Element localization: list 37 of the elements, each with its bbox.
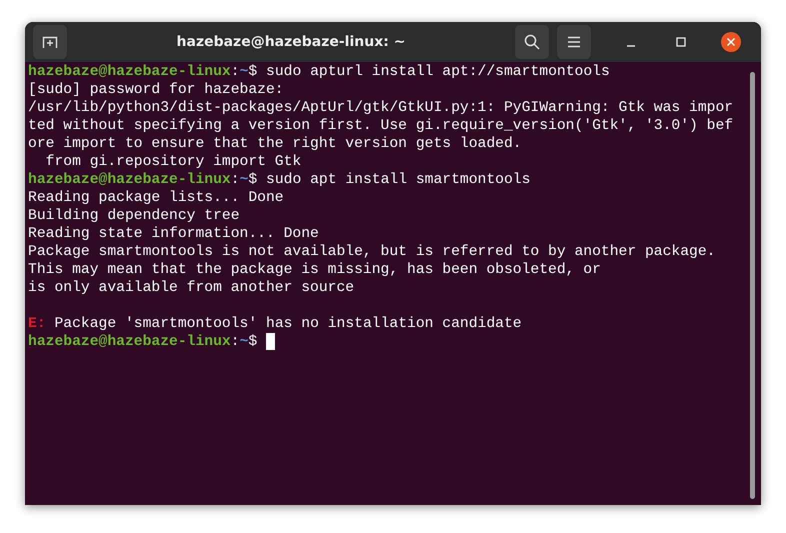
output-line: Reading package lists... Done: [28, 190, 284, 206]
output-line: Package smartmontools is not available, but is referred to by another package.: [28, 244, 716, 260]
output-line: is only available from another source: [28, 280, 354, 296]
output-line: /usr/lib/python3/dist-packages/AptUrl/gtk/GtkUI.py:1: PyGIWarning: Gtk was impor: [28, 100, 734, 116]
menu-button[interactable]: [557, 25, 591, 59]
prompt-symbol: $: [248, 334, 258, 350]
prompt-path: ~: [240, 334, 248, 350]
search-icon: [524, 34, 540, 50]
prompt-user: hazebaze@hazebaze-linux: [28, 334, 231, 350]
output-line: ore import to ensure that the right version gets loaded.: [28, 136, 522, 152]
minimize-icon: [627, 45, 635, 47]
command-text: $ sudo apturl install apt://smartmontools: [248, 64, 610, 80]
new-tab-icon: [42, 35, 58, 49]
output-line: from gi.repository import Gtk: [44, 154, 302, 170]
close-icon: [721, 32, 741, 52]
error-label: E:: [28, 316, 46, 332]
output-line: [sudo] password for hazebaze:: [28, 82, 284, 98]
prompt-separator: :: [230, 64, 240, 80]
menu-icon: [567, 36, 581, 48]
prompt-separator: :: [230, 172, 240, 188]
command-text: $ sudo apt install smartmontools: [248, 172, 530, 188]
output-line: Building dependency tree: [28, 208, 240, 224]
prompt-user: hazebaze@hazebaze-linux: [28, 172, 231, 188]
prompt-separator: :: [230, 334, 240, 350]
window-title: hazebaze@hazebaze-linux: ~: [176, 32, 406, 52]
new-tab-button[interactable]: [33, 25, 67, 59]
output-line: This may mean that the package is missing, has been obsoleted, or: [28, 262, 601, 278]
prompt-path: ~: [240, 64, 248, 80]
error-message: Package 'smartmontools' has no installation candidate: [54, 316, 522, 332]
output-line: ted without specifying a version first. Use gi.require_version('Gtk', '3.0') bef: [28, 118, 734, 134]
output-line: Reading state information... Done: [28, 226, 319, 242]
prompt-path: ~: [240, 172, 248, 188]
search-button[interactable]: [515, 25, 549, 59]
close-button[interactable]: [721, 32, 741, 52]
maximize-icon: [676, 37, 686, 47]
scrollbar[interactable]: [750, 72, 755, 499]
prompt-user: hazebaze@hazebaze-linux: [28, 64, 231, 80]
